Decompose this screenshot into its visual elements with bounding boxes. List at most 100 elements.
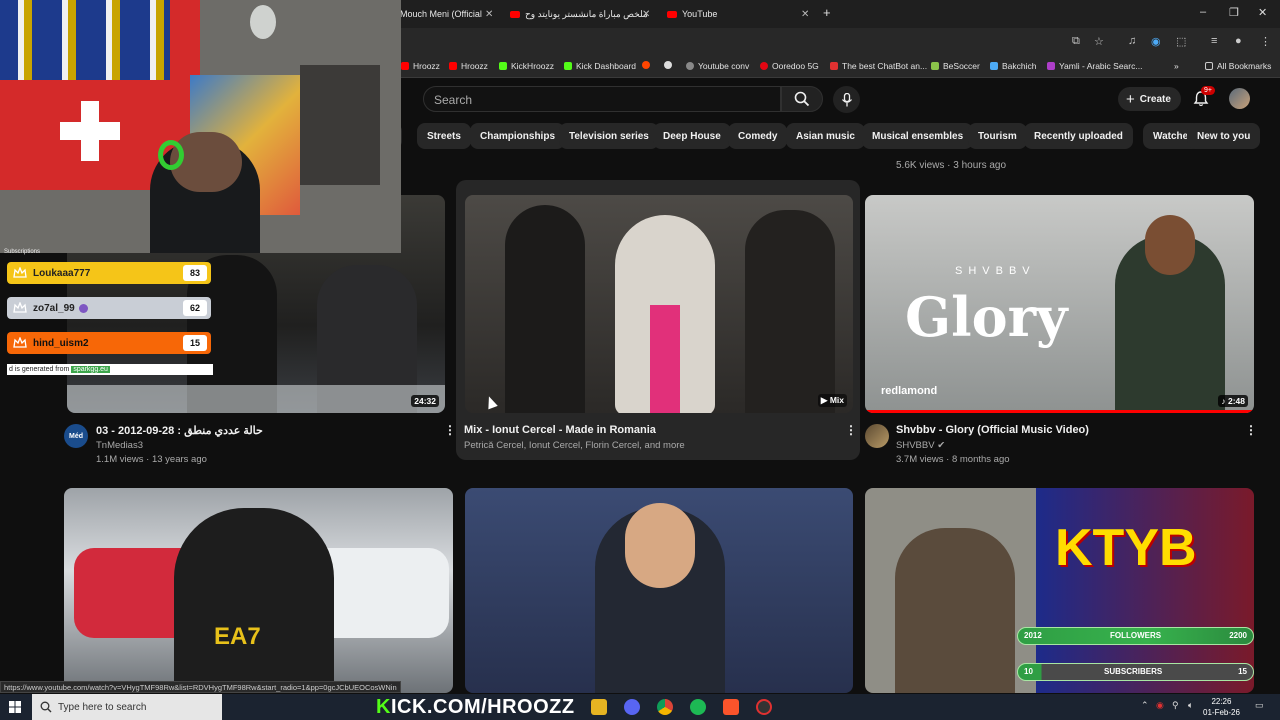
more-actions-icon[interactable]: ⋮ xyxy=(845,423,857,437)
extension-audio-icon[interactable]: ◉ xyxy=(1151,35,1161,48)
create-button[interactable]: + Create xyxy=(1118,87,1181,111)
profile-icon[interactable]: ● xyxy=(1235,35,1242,47)
chip-television-series[interactable]: Television series xyxy=(559,123,659,149)
thumbnail-text: Glory xyxy=(905,285,1068,349)
bookmark-kick-dashboard[interactable]: Kick Dashboard xyxy=(564,61,636,71)
bookmark-hroozz-2[interactable]: Hroozz xyxy=(449,61,488,71)
thumbnail-face xyxy=(625,503,695,588)
spotify-icon[interactable] xyxy=(690,699,706,715)
discord-icon[interactable] xyxy=(624,699,640,715)
new-tab-button[interactable]: + xyxy=(823,5,831,20)
chip-comedy[interactable]: Comedy xyxy=(728,123,788,149)
bookmark-kickhroozz[interactable]: KickHroozz xyxy=(499,61,554,71)
search-button[interactable] xyxy=(781,86,823,112)
crown-icon xyxy=(13,302,27,313)
notification-badge: 9+ xyxy=(1201,86,1215,95)
chip-musical-ensembles[interactable]: Musical ensembles xyxy=(862,123,974,149)
more-actions-icon[interactable]: ⋮ xyxy=(1245,423,1257,437)
sub-count: 83 xyxy=(183,265,207,281)
sub-name: Loukaaa777 xyxy=(33,267,91,279)
video-thumbnail[interactable]: EA7 xyxy=(64,488,453,693)
bookmark-reddit[interactable] xyxy=(642,61,654,69)
star-icon[interactable]: ☆ xyxy=(1094,35,1104,48)
windows-start-icon[interactable] xyxy=(9,701,21,713)
bookmark-youtube-conv[interactable]: Youtube conv xyxy=(686,61,749,71)
subscriptions-overlay: Subscriptions Loukaaa777 83 zo7al_99 62 … xyxy=(0,249,220,379)
volume-icon[interactable]: 🔈︎ xyxy=(1188,700,1193,711)
restore-button[interactable]: ❐ xyxy=(1229,6,1239,19)
file-explorer-icon[interactable] xyxy=(591,699,607,715)
chip-championships[interactable]: Championships xyxy=(470,123,566,149)
bookmark-yamli[interactable]: Yamli - Arabic Searc... xyxy=(1047,61,1142,71)
notifications-icon[interactable]: ▭ xyxy=(1255,700,1264,711)
chip-recently-uploaded[interactable]: Recently uploaded xyxy=(1024,123,1133,149)
taskbar-search-input[interactable]: Type here to search xyxy=(32,694,222,720)
green-headset xyxy=(158,140,184,170)
bookmark-label: BeSoccer xyxy=(943,61,980,71)
network-icon[interactable]: ⚲ xyxy=(1172,700,1179,711)
ooredoo-icon xyxy=(760,62,768,70)
minimize-button[interactable]: – xyxy=(1200,6,1206,18)
video-thumbnail[interactable] xyxy=(465,488,853,693)
video-title[interactable]: 03 - 2012-09-28 : حالة عددي منطق xyxy=(96,424,263,437)
verified-badge-icon xyxy=(78,303,88,313)
account-avatar[interactable] xyxy=(1229,88,1250,109)
channel-avatar[interactable]: Méd xyxy=(64,424,88,448)
mix-badge: ▶ Mix xyxy=(817,394,847,407)
bookmark-label: KickHroozz xyxy=(511,61,554,71)
plus-icon: + xyxy=(1126,90,1135,108)
tab-mouch-meni[interactable]: Mouch Meni (Official ✕ xyxy=(400,4,493,24)
extensions-icon[interactable]: ⬚ xyxy=(1176,35,1186,48)
chip-deep-house[interactable]: Deep House xyxy=(653,123,731,149)
bookmark-hroozz-1[interactable]: Hroozz xyxy=(401,61,440,71)
taskbar-clock[interactable]: 22:26 01-Feb-26 xyxy=(1203,696,1240,718)
menu-icon[interactable]: ⋮ xyxy=(1260,35,1271,48)
channel-name[interactable]: TnMedias3 xyxy=(96,440,143,451)
all-bookmarks[interactable]: All Bookmarks xyxy=(1205,61,1271,71)
tab-match-summary[interactable]: ملخص مباراة مانشستر يونايتد وح ✕ xyxy=(510,4,650,24)
chip-asian-music[interactable]: Asian music xyxy=(786,123,865,149)
tab-label: ملخص مباراة مانشستر يونايتد وح xyxy=(525,8,648,19)
close-window-button[interactable]: ✕ xyxy=(1258,6,1267,19)
channel-name[interactable]: SHVBBV ✔ xyxy=(896,440,945,451)
search-input[interactable]: Search xyxy=(423,86,781,112)
obs-icon[interactable] xyxy=(756,699,772,715)
tab-youtube[interactable]: YouTube ✕ xyxy=(667,4,809,24)
extension-music-icon[interactable]: ♫ xyxy=(1128,35,1136,47)
tray-arrow-icon[interactable]: ⌃ xyxy=(1141,700,1149,711)
channel-name[interactable]: Petrică Cercel, Ionut Cercel, Florin Cer… xyxy=(464,440,685,451)
bookmark-ooredoo[interactable]: Ooredoo 5G xyxy=(760,61,819,71)
channel-label: SHVBBV xyxy=(896,440,935,451)
bookmark-chatbot[interactable]: The best ChatBot an... xyxy=(830,61,927,71)
close-tab-icon[interactable]: ✕ xyxy=(801,9,809,20)
sub-row: Loukaaa777 83 xyxy=(7,262,211,284)
more-actions-icon[interactable]: ⋮ xyxy=(444,423,456,437)
chip-streets[interactable]: Streets xyxy=(417,123,471,149)
voice-search-button[interactable] xyxy=(833,86,860,113)
bookmark-github[interactable] xyxy=(664,61,676,69)
video-title[interactable]: Mix - Ionut Cercel - Made in Romania xyxy=(464,424,656,436)
cast-icon[interactable]: ⧉ xyxy=(1072,35,1080,48)
chip-tourism[interactable]: Tourism xyxy=(968,123,1027,149)
close-tab-icon[interactable]: ✕ xyxy=(485,9,493,20)
video-thumbnail[interactable]: Glory SHVBBV redlamond ♪ 2:48 xyxy=(865,195,1254,413)
kick-logo-letter: K xyxy=(376,695,391,718)
brave-icon[interactable] xyxy=(723,699,739,715)
more-bookmarks-icon[interactable]: » xyxy=(1174,61,1179,71)
close-tab-icon[interactable]: ✕ xyxy=(642,9,650,20)
video-thumbnail[interactable]: ▶ Mix xyxy=(465,195,853,413)
bookmark-bakchich[interactable]: Bakchich xyxy=(990,61,1037,71)
bookmark-label: Youtube conv xyxy=(698,61,750,71)
wall-photos xyxy=(300,65,380,185)
chrome-icon[interactable] xyxy=(657,699,673,715)
clock-time: 22:26 xyxy=(1211,697,1232,706)
video-duration: 24:32 xyxy=(411,395,439,407)
tray-app-icon[interactable]: ◉ xyxy=(1156,700,1164,711)
bookmark-besoccer[interactable]: BeSoccer xyxy=(931,61,980,71)
video-title[interactable]: Shvbbv - Glory (Official Music Video) xyxy=(896,424,1089,436)
thumbnail-person xyxy=(174,508,334,693)
channel-avatar[interactable] xyxy=(865,424,889,448)
media-icon[interactable]: ≡ xyxy=(1211,35,1217,47)
create-label: Create xyxy=(1139,93,1171,105)
chip-new-to-you[interactable]: New to you xyxy=(1187,123,1261,149)
